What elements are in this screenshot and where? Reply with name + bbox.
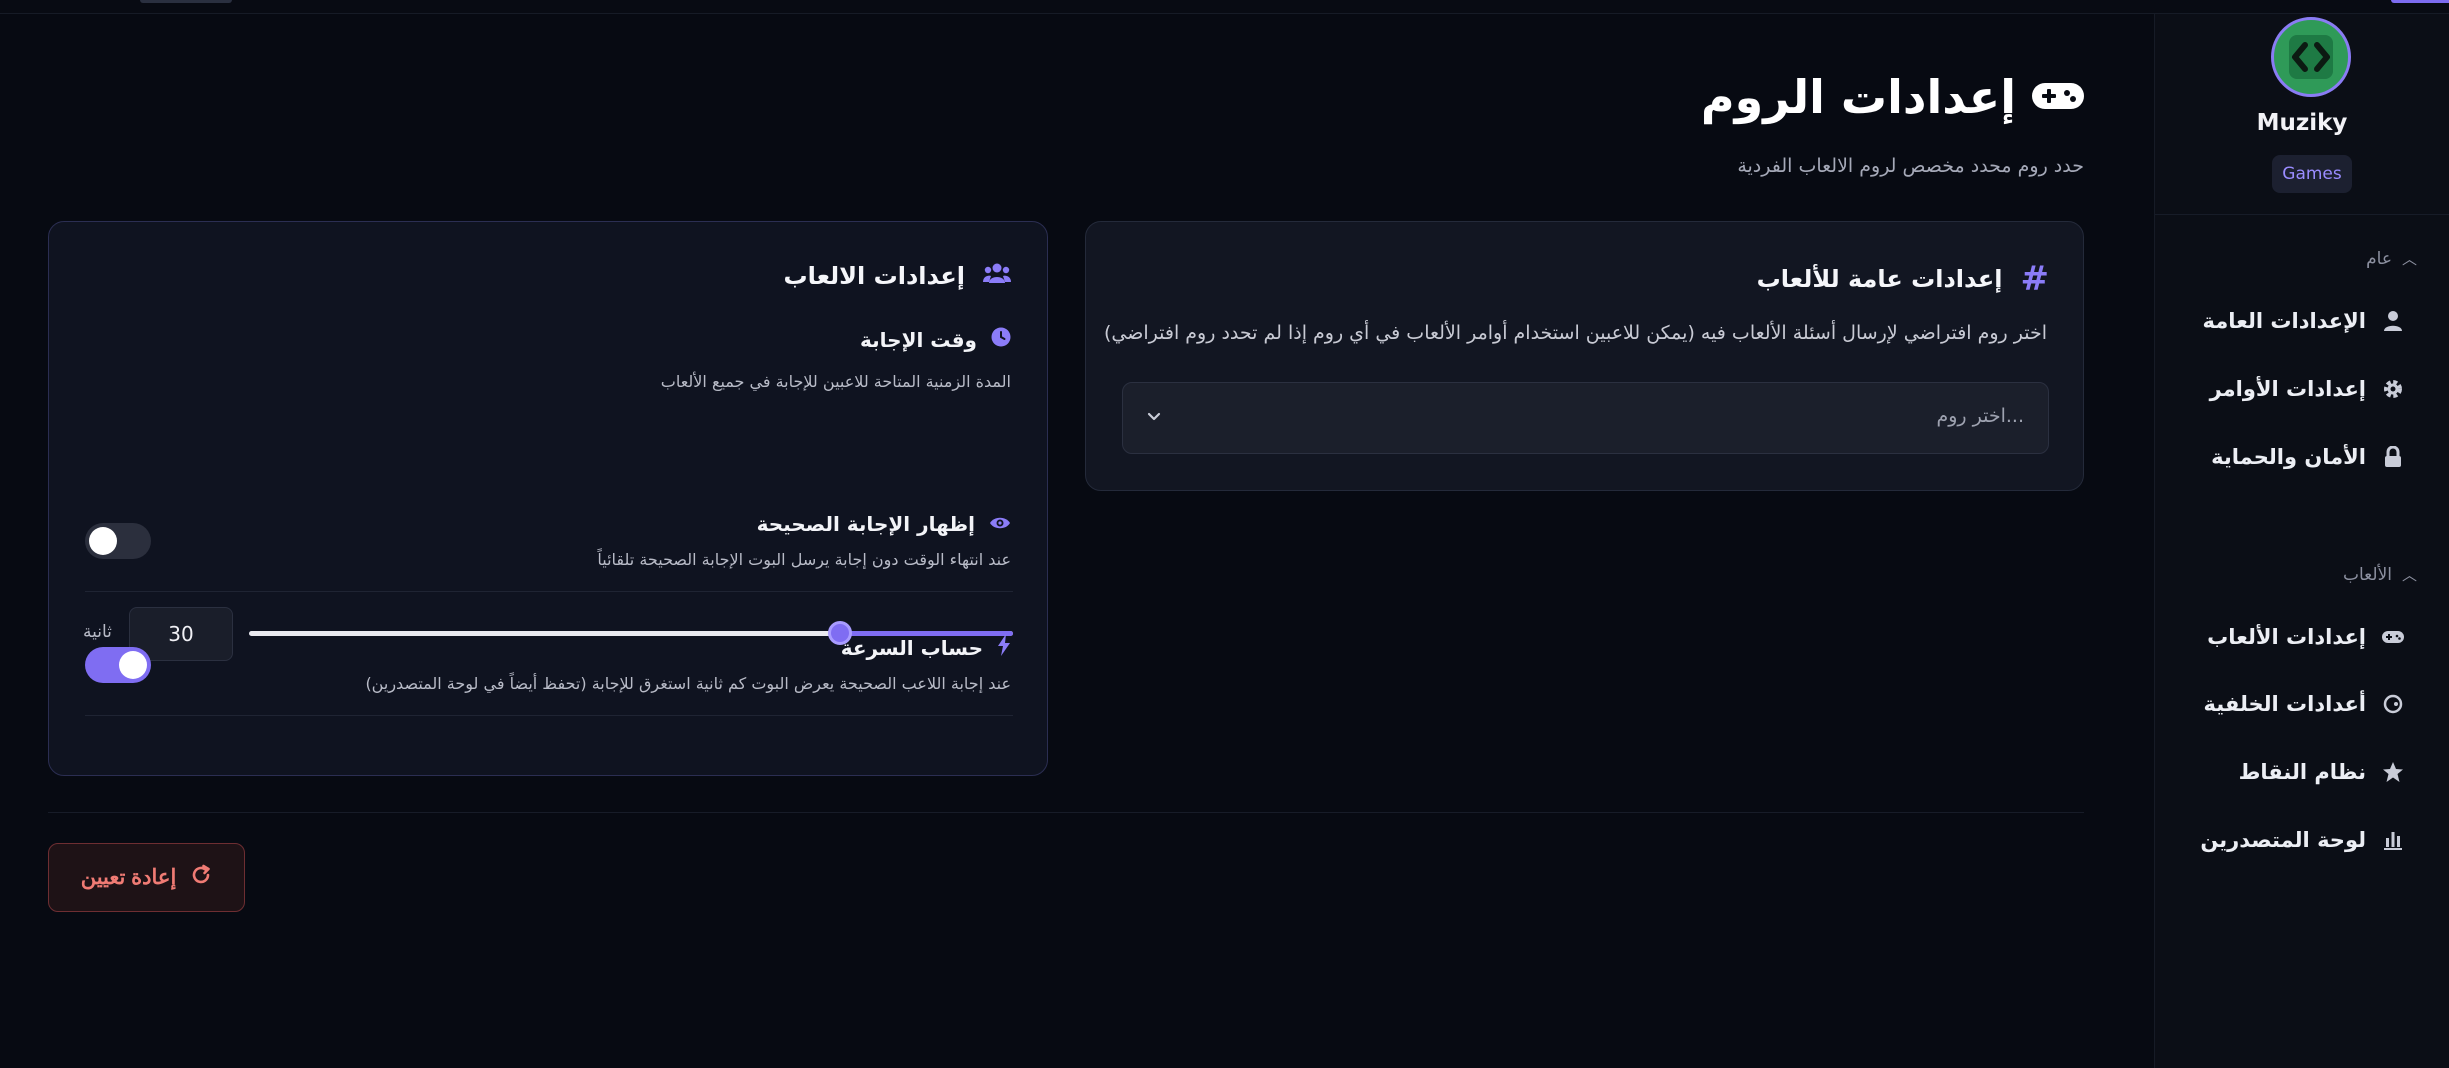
- sidebar-item-background-settings[interactable]: أعدادات الخلفية: [2184, 684, 2404, 724]
- sidebar: Muziky Games عام ︿ الإعدادات العامة إعدا…: [2154, 14, 2449, 1068]
- star-icon: [2382, 761, 2404, 783]
- setting-divider: [85, 591, 1013, 592]
- games-badge: Games: [2272, 155, 2352, 193]
- top-bar: [0, 0, 2449, 14]
- toggle-knob: [89, 527, 117, 555]
- answer-time-title: وقت الإجابة: [860, 327, 1011, 352]
- sidebar-divider: [2155, 214, 2449, 215]
- bot-avatar[interactable]: [2271, 17, 2351, 97]
- section-games-header[interactable]: الألعاب ︿: [2337, 564, 2417, 585]
- chevron-down-icon: [1145, 407, 1163, 429]
- card-title-text: إعدادات الالعاب: [783, 262, 965, 290]
- page-title-text: إعدادات الروم: [1700, 70, 2016, 124]
- speed-calc-title: حساب السرعة: [841, 634, 1011, 661]
- sidebar-item-command-settings[interactable]: إعدادات الأوامر: [2184, 369, 2404, 409]
- user-icon: [2382, 310, 2404, 332]
- sidebar-item-label: الأمان والحماية: [2211, 445, 2366, 469]
- refresh-icon: [190, 864, 212, 892]
- bar-chart-icon: [2382, 830, 2404, 850]
- gamepad-icon: [2382, 629, 2404, 645]
- show-answer-label: إظهار الإجابة الصحيحة: [756, 512, 975, 536]
- code-brackets-icon: [2289, 35, 2333, 79]
- card-title-text: إعدادات عامة للألعاب: [1756, 265, 2003, 293]
- general-games-settings-card: إعدادات عامة للألعاب # اختر روم افتراضي …: [1085, 221, 2084, 491]
- speed-calc-description: عند إجابة اللاعب الصحيحة يعرض البوت كم ث…: [365, 674, 1011, 693]
- reset-button[interactable]: إعادة تعيين: [48, 843, 245, 912]
- toggle-knob: [119, 651, 147, 679]
- page-title: إعدادات الروم: [1701, 70, 2084, 124]
- room-select-placeholder: اختر روم...: [1936, 405, 2024, 427]
- speed-calc-label: حساب السرعة: [840, 635, 983, 660]
- sidebar-item-label: أعدادات الخلفية: [2203, 692, 2366, 716]
- sidebar-item-leaderboard[interactable]: لوحة المتصدرين: [2184, 820, 2404, 860]
- chevron-up-icon: ︿: [2401, 566, 2417, 584]
- footer-divider: [48, 812, 2084, 813]
- reset-button-label: إعادة تعيين: [80, 866, 177, 889]
- bolt-icon: [997, 634, 1011, 661]
- top-bar-left-tab[interactable]: [140, 0, 232, 3]
- gamepad-icon: [2032, 70, 2084, 124]
- sidebar-item-label: إعدادات الأوامر: [2209, 377, 2366, 401]
- sidebar-item-security[interactable]: الأمان والحماية: [2184, 437, 2404, 477]
- sidebar-item-label: نظام النقاط: [2238, 760, 2366, 784]
- sidebar-item-label: إعدادات الألعاب: [2207, 625, 2366, 649]
- hash-icon: #: [2020, 259, 2050, 299]
- sidebar-item-label: لوحة المتصدرين: [2200, 828, 2366, 852]
- room-select[interactable]: اختر روم...: [1122, 382, 2049, 454]
- section-games-label: الألعاب: [2343, 564, 2392, 585]
- games-settings-card: إعدادات الالعاب وقت الإجابة المدة الزمني…: [48, 221, 1048, 776]
- answer-time-description: المدة الزمنية المتاحة للاعبين للإجابة في…: [660, 372, 1011, 391]
- top-bar-right-tab[interactable]: [2391, 0, 2449, 3]
- card-title: إعدادات عامة للألعاب #: [1757, 262, 2049, 296]
- answer-time-label: وقت الإجابة: [860, 327, 977, 352]
- show-answer-title: إظهار الإجابة الصحيحة: [757, 512, 1011, 536]
- sidebar-item-games-settings[interactable]: إعدادات الألعاب: [2184, 617, 2404, 657]
- palette-icon: [2382, 694, 2404, 714]
- sidebar-item-general-settings[interactable]: الإعدادات العامة: [2184, 301, 2404, 341]
- eye-icon: [989, 512, 1011, 536]
- chevron-up-icon: ︿: [2401, 250, 2417, 268]
- speed-calc-toggle[interactable]: [85, 647, 151, 683]
- card-description: اختر روم افتراضي لإرسال أسئلة الألعاب في…: [1104, 322, 2047, 344]
- page-subtitle: حدد روم محدد مخصص لروم الالعاب الفردية: [1737, 155, 2084, 177]
- clock-icon: [991, 327, 1011, 352]
- setting-divider: [85, 715, 1013, 716]
- sidebar-item-points-system[interactable]: نظام النقاط: [2184, 752, 2404, 792]
- section-general-header[interactable]: عام ︿: [2337, 248, 2417, 269]
- bot-name: Muziky: [2256, 110, 2348, 136]
- lock-icon: [2382, 446, 2404, 468]
- section-general-label: عام: [2366, 248, 2392, 269]
- answer-time-unit: ثانية: [83, 622, 112, 642]
- show-answer-toggle[interactable]: [85, 523, 151, 559]
- show-answer-description: عند انتهاء الوقت دون إجابة يرسل البوت ال…: [597, 550, 1011, 569]
- card-title: إعدادات الالعاب: [783, 262, 1011, 290]
- users-icon: [983, 262, 1011, 290]
- sidebar-item-label: الإعدادات العامة: [2202, 309, 2366, 333]
- gear-icon: [2382, 378, 2404, 400]
